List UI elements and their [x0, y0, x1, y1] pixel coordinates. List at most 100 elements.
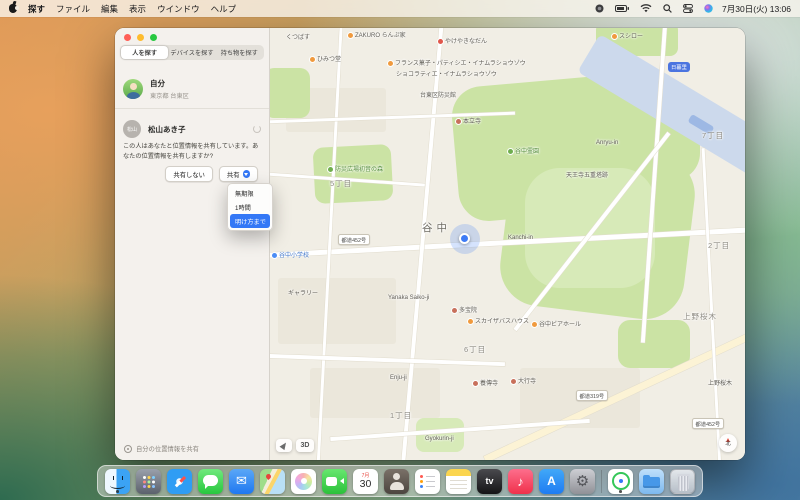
tab-2[interactable]: 持ち物を探す [216, 46, 263, 59]
map-label-temple[interactable]: 大行寺 [511, 376, 536, 385]
appstore-icon[interactable]: A [539, 468, 564, 494]
map-label-gray[interactable]: 台東区防災館 [420, 90, 456, 99]
map-label-gray[interactable]: Kanchi-in [508, 235, 533, 241]
map-label-gray[interactable]: 天王寺五重塔跡 [566, 170, 608, 179]
map-label-blue[interactable]: 谷中小学校 [272, 250, 309, 259]
apple-menu-icon[interactable] [9, 4, 19, 13]
map[interactable]: 3D 北 くつばす ZAKURO らんぷ家やけやきなだん スシローひみつ堂 フランス菓… [270, 28, 745, 460]
menu-表示[interactable]: 表示 [129, 3, 146, 15]
window-controls [124, 34, 157, 41]
reminders-icon[interactable] [415, 468, 440, 494]
mail-icon[interactable]: ✉ [229, 468, 254, 494]
tab-1[interactable]: デバイスを探す [168, 46, 215, 59]
share-my-location[interactable]: 自分の位置情報を共有 [124, 444, 199, 453]
running-indicator [116, 490, 119, 493]
map-label-gray[interactable]: ショコラティエ・イナムラショウゾウ [396, 69, 497, 78]
map-label-gray[interactable]: ギャラリー [288, 288, 318, 297]
map-label-orange[interactable]: スカイザバスハウス [468, 316, 529, 325]
map-label-red[interactable]: やけやきなだん [438, 36, 487, 45]
downloads-icon[interactable] [639, 468, 664, 494]
photos-slot [291, 468, 316, 494]
settings-icon[interactable]: ⚙ [570, 468, 595, 494]
music-icon[interactable]: ♪ [508, 468, 533, 494]
map-label-gray[interactable]: Yanaka Saiko-ji [388, 295, 429, 301]
person-row-akiko[interactable]: 松山 松山あき子 この人はあなたと位置情報を共有しています。あなたの位置情報を共… [115, 114, 269, 188]
map-label-green[interactable]: 防災広場初音の森 [328, 164, 383, 173]
map-label-orange[interactable]: 谷中ビアホール [532, 319, 581, 328]
menubar-app-name[interactable]: 探す [28, 3, 45, 15]
map-label-shield: 都道452号 [692, 418, 724, 429]
battery-icon[interactable] [615, 4, 630, 13]
tv-slot: tv [477, 468, 502, 494]
map-label-orange[interactable]: フランス菓子・パティシエ・イナムラショウゾウ [388, 58, 526, 67]
share-duration-menu: 無期限 1時間 明け方まで [227, 183, 273, 231]
minimize-button[interactable] [137, 34, 144, 41]
loading-spinner-icon [253, 125, 261, 133]
wifi-icon[interactable] [640, 4, 652, 13]
photos-icon[interactable] [291, 468, 316, 494]
map-3d-button[interactable]: 3D [296, 439, 314, 452]
zoom-button[interactable] [150, 34, 157, 41]
trash-icon[interactable] [670, 468, 695, 494]
map-label-gray[interactable]: Gyokurin-ji [425, 436, 454, 442]
share-duration-option[interactable]: 無期限 [230, 186, 270, 200]
maps-icon[interactable] [260, 468, 285, 494]
dont-share-button[interactable]: 共有しない [165, 166, 213, 183]
contacts-icon[interactable] [384, 468, 409, 494]
compass-north-label: 北 [725, 441, 731, 448]
share-request-message: この人はあなたと位置情報を共有しています。あなたの位置情報を共有しますか? [123, 143, 259, 160]
map-road [701, 148, 722, 460]
trash-slot [670, 468, 695, 494]
siri-icon[interactable] [704, 4, 713, 13]
notes-icon[interactable] [446, 468, 471, 494]
current-location-button[interactable] [276, 439, 292, 452]
facetime-icon[interactable] [322, 468, 347, 494]
map-label-temple[interactable]: 養傳寺 [473, 378, 498, 387]
map-label-gray[interactable]: Anryu-in [596, 140, 618, 146]
tab-0[interactable]: 人を探す [121, 46, 169, 59]
map-label-orange[interactable]: スシロー [612, 31, 643, 40]
tv-icon[interactable]: tv [477, 468, 502, 494]
map-label-orange[interactable]: ZAKURO らんぷ家 [348, 30, 406, 39]
map-label-station[interactable]: 日暮里 [668, 62, 690, 72]
map-label-gray[interactable]: Enju-ji [390, 375, 407, 381]
map-label-temple[interactable]: 本立寺 [456, 116, 481, 125]
find-tabs: 人を探す デバイスを探す 持ち物を探す [120, 45, 264, 60]
close-button[interactable] [124, 34, 131, 41]
map-label-temple[interactable]: 多宝院 [452, 305, 477, 314]
share-duration-option[interactable]: 明け方まで [230, 214, 270, 228]
control-center-icon[interactable] [683, 4, 693, 13]
safari-icon[interactable] [167, 468, 192, 494]
map-label-gray[interactable]: 上野桜木 [708, 378, 732, 387]
person-row-me[interactable]: 自分 東京都 台東区 [115, 68, 269, 109]
map-label-gray[interactable]: くつばす [286, 32, 310, 41]
menu-ファイル[interactable]: ファイル [56, 3, 90, 15]
share-button[interactable]: 共有 [218, 166, 258, 183]
me-location: 東京都 台東区 [150, 92, 189, 100]
settings-slot: ⚙ [570, 468, 595, 494]
menu-extra-icon[interactable] [595, 4, 604, 13]
search-icon[interactable] [663, 4, 672, 13]
map-label-green[interactable]: 谷中霊園 [508, 146, 539, 155]
compass[interactable]: 北 [719, 434, 737, 452]
location-share-icon [124, 444, 132, 453]
findmy-slot [608, 468, 633, 494]
menu-ヘルプ[interactable]: ヘルプ [211, 3, 237, 15]
calendar-icon[interactable]: 7月 30 [353, 468, 378, 494]
share-duration-option[interactable]: 1時間 [230, 200, 270, 214]
share-my-location-label: 自分の位置情報を共有 [136, 446, 199, 453]
launchpad-slot [136, 468, 161, 494]
menubar-clock[interactable]: 7月30日(火) 13:06 [722, 3, 791, 15]
map-label-area-large: 谷中 [422, 222, 451, 234]
menu-ウインドウ[interactable]: ウインドウ [157, 3, 200, 15]
calendar-slot: 7月 30 [353, 468, 378, 494]
menu-編集[interactable]: 編集 [101, 3, 118, 15]
akiko-avatar: 松山 [123, 120, 141, 138]
map-label-area: 上野桜木 [683, 312, 717, 321]
messages-icon[interactable] [198, 468, 223, 494]
launchpad-icon[interactable] [136, 468, 161, 494]
me-name: 自分 [150, 79, 165, 88]
map-label-shield: 都道452号 [338, 234, 370, 245]
map-label-orange[interactable]: ひみつ堂 [310, 54, 341, 63]
map-label-area: 5丁目 [330, 179, 353, 188]
